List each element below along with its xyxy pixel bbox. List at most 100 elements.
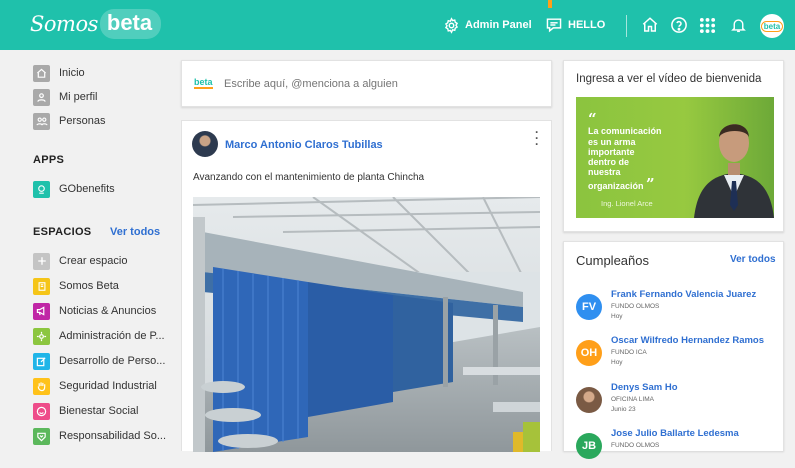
sidebar-item-bienestar-social[interactable]: Bienestar Social: [33, 402, 139, 420]
quote-line: La comunicación: [588, 126, 662, 137]
sidebar-item-seguridad-industrial[interactable]: Seguridad Industrial: [33, 377, 157, 395]
birthday-name[interactable]: Jose Julio Ballarte Ledesma: [611, 428, 739, 439]
sidebar-item-label: Inicio: [59, 67, 85, 79]
post-text: Avanzando con el mantenimiento de planta…: [193, 172, 425, 183]
birthday-item[interactable]: Denys Sam Ho OFICINA LIMA Junio 23: [576, 382, 781, 422]
quote-line: importante: [588, 146, 635, 157]
help-button[interactable]: [670, 0, 688, 50]
gobenefits-icon: [33, 180, 50, 198]
gear-group-icon: [33, 327, 50, 345]
sidebar-item-label: Desarrollo de Perso...: [59, 355, 166, 367]
birthdays-see-all-link[interactable]: Ver todos: [730, 254, 776, 265]
sidebar-item-somos-beta[interactable]: Somos Beta: [33, 277, 119, 295]
hand-icon: [33, 377, 50, 395]
welcome-quote: “ La comunicación es un arma importante …: [588, 110, 686, 193]
birthday-date: Hoy: [611, 313, 623, 320]
sidebar-item-label: Mi perfil: [59, 91, 98, 103]
chat-bubble-icon: [546, 18, 562, 33]
birthday-date: Junio 23: [611, 406, 636, 413]
welcome-signature: Ing. Lionel Arce: [601, 199, 653, 208]
smile-icon: [33, 402, 50, 420]
post-author-name[interactable]: Marco Antonio Claros Tubillas: [225, 139, 383, 151]
apps-grid-icon: [699, 17, 716, 33]
birthday-date: Hoy: [611, 359, 623, 366]
sidebar-item-desarrollo[interactable]: Desarrollo de Perso...: [33, 352, 165, 370]
birthday-name[interactable]: Denys Sam Ho: [611, 382, 678, 393]
hello-button[interactable]: HELLO: [545, 0, 605, 50]
quote-line: dentro de: [588, 157, 630, 168]
birthday-item[interactable]: JB Jose Julio Ballarte Ledesma FUNDO OLM…: [576, 428, 781, 468]
open-quote-icon: “: [588, 110, 597, 128]
post-photo[interactable]: [193, 197, 540, 452]
notifications-button[interactable]: [730, 0, 747, 50]
home-icon: [642, 17, 658, 32]
gear-icon: [444, 16, 459, 34]
admin-panel-button[interactable]: Admin Panel: [443, 0, 532, 50]
plus-icon: [33, 252, 50, 270]
logo-script-text: Somos: [30, 12, 98, 36]
birthday-org: OFICINA LIMA: [611, 396, 654, 403]
sidebar-item-administracion[interactable]: Administración de P...: [33, 327, 165, 345]
post-options-icon[interactable]: · · ·: [535, 126, 539, 150]
document-icon: [33, 277, 50, 295]
welcome-video-card: Ingresa a ver el vídeo de bienvenida “ L…: [563, 60, 784, 232]
spaces-section-title: ESPACIOS: [33, 226, 92, 238]
birthday-name[interactable]: Frank Fernando Valencia Juarez: [611, 289, 756, 300]
top-bar: Somos beta Admin Panel HELLO beta: [0, 0, 795, 50]
header-divider: [626, 15, 627, 37]
birthdays-card: Cumpleaños Ver todos FV Frank Fernando V…: [563, 241, 784, 459]
birthday-org: FUNDO OLMOS: [611, 303, 660, 310]
sidebar-item-responsabilidad-social[interactable]: Responsabilidad So...: [33, 427, 166, 445]
sidebar-item-crear-espacio[interactable]: Crear espacio: [33, 252, 127, 270]
birthdays-title: Cumpleaños: [576, 253, 649, 268]
sidebar-item-label: Personas: [59, 115, 106, 127]
hello-label: HELLO: [568, 19, 606, 31]
factory-photo: [193, 197, 540, 452]
birthday-photo-avatar: [576, 387, 602, 413]
birthday-name[interactable]: Oscar Wilfredo Hernandez Ramos: [611, 335, 764, 346]
feed-post: Marco Antonio Claros Tubillas · · · Avanza…: [181, 120, 552, 452]
composer-beta-logo: beta: [194, 77, 213, 89]
user-avatar[interactable]: beta: [760, 14, 784, 38]
handshake-icon: [33, 427, 50, 445]
spaces-see-all-link[interactable]: Ver todos: [110, 226, 160, 238]
welcome-video-thumbnail[interactable]: “ La comunicación es un arma importante …: [576, 97, 774, 218]
close-quote-icon: ”: [646, 174, 655, 193]
people-icon: [33, 112, 50, 130]
admin-panel-label: Admin Panel: [465, 19, 532, 31]
apps-grid-button[interactable]: [699, 0, 716, 50]
birthday-org: FUNDO OLMOS: [611, 442, 660, 449]
help-icon: [671, 17, 687, 33]
birthday-avatar: JB: [576, 433, 602, 459]
quote-line: organización: [588, 180, 644, 191]
birthday-org: FUNDO ICA: [611, 349, 647, 356]
post-composer-input[interactable]: [224, 73, 544, 95]
birthday-avatar: OH: [576, 340, 602, 366]
megaphone-icon: [33, 302, 50, 320]
user-avatar-label: beta: [760, 20, 784, 32]
birthday-item[interactable]: FV Frank Fernando Valencia Juarez FUNDO …: [576, 289, 781, 329]
birthday-avatar: FV: [576, 294, 602, 320]
sidebar-item-label: Bienestar Social: [59, 405, 139, 417]
sidebar-item-label: Crear espacio: [59, 255, 128, 267]
home-icon: [33, 64, 50, 82]
post-composer: beta: [181, 60, 552, 107]
sidebar-item-label: Seguridad Industrial: [59, 380, 157, 392]
post-author-avatar[interactable]: [192, 131, 218, 157]
sidebar-item-noticias-anuncios[interactable]: Noticias & Anuncios: [33, 302, 156, 320]
sidebar-item-label: Administración de P...: [59, 330, 165, 342]
birthday-item[interactable]: OH Oscar Wilfredo Hernandez Ramos FUNDO …: [576, 335, 781, 375]
user-icon: [33, 88, 50, 106]
sidebar-item-gobenefits[interactable]: GObenefits: [33, 180, 115, 198]
quote-line: es un arma: [588, 136, 636, 147]
welcome-title[interactable]: Ingresa a ver el vídeo de bienvenida: [576, 73, 761, 85]
sidebar-item-personas[interactable]: Personas: [33, 112, 105, 130]
somosbeta-logo[interactable]: Somos beta: [30, 9, 162, 39]
sidebar-item-inicio[interactable]: Inicio: [33, 64, 85, 82]
home-button[interactable]: [641, 0, 659, 50]
sidebar-item-mi-perfil[interactable]: Mi perfil: [33, 88, 98, 106]
bell-icon: [731, 19, 746, 33]
apps-section-title: APPS: [33, 154, 65, 166]
sidebar-item-label: GObenefits: [59, 183, 115, 195]
logo-beta-text: beta: [99, 9, 162, 39]
